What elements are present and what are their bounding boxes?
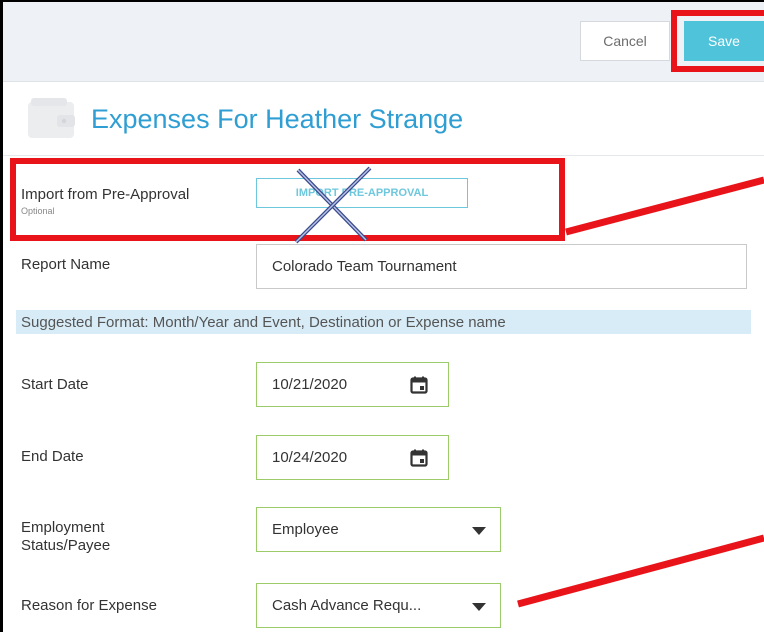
employment-label-line1: Employment (21, 519, 105, 536)
report-name-input[interactable]: Colorado Team Tournament (256, 244, 747, 289)
import-annotation-box (10, 158, 565, 241)
page-title: Expenses For Heather Strange (91, 104, 464, 134)
employment-value: Employee (272, 521, 339, 538)
cancel-button[interactable]: Cancel (580, 21, 670, 61)
employment-label-line2: Status/Payee (21, 537, 111, 554)
report-name-label: Report Name (21, 256, 111, 273)
reason-select[interactable]: Cash Advance Requ... (256, 583, 501, 628)
employment-select[interactable]: Employee (256, 507, 501, 552)
save-annotation-box (671, 10, 764, 72)
reason-value: Cash Advance Requ... (272, 597, 422, 614)
start-date-input[interactable]: 10/21/2020 (256, 362, 449, 407)
reason-label: Reason for Expense (21, 597, 157, 614)
start-date-label: Start Date (21, 376, 89, 393)
format-hint: Suggested Format: Month/Year and Event, … (16, 310, 751, 334)
start-date-value: 10/21/2020 (272, 376, 348, 393)
end-date-value: 10/24/2020 (272, 449, 348, 466)
chevron-down-icon[interactable] (472, 603, 486, 611)
wallet-icon (28, 98, 75, 138)
calendar-icon[interactable] (410, 376, 428, 394)
page-header: Expenses For Heather Strange (3, 82, 764, 156)
chevron-down-icon[interactable] (472, 527, 486, 535)
end-date-label: End Date (21, 448, 84, 465)
calendar-icon[interactable] (410, 449, 428, 467)
employment-label: Employment Status/Payee (21, 519, 110, 555)
end-date-input[interactable]: 10/24/2020 (256, 435, 449, 480)
